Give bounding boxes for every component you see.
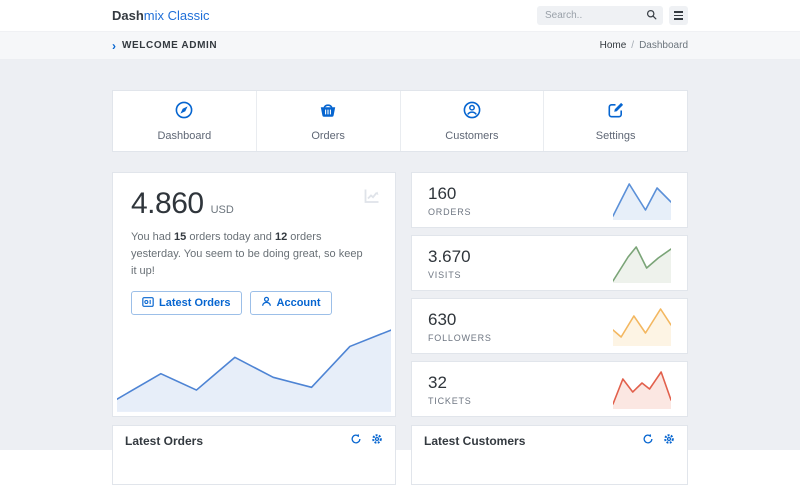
account-button-label: Account — [277, 297, 321, 309]
welcome-bar: › WELCOME ADMIN Home / Dashboard — [0, 32, 800, 60]
account-button[interactable]: Account — [250, 291, 332, 315]
earnings-message: You had 15 orders today and 12 orders ye… — [131, 229, 377, 280]
app-logo[interactable]: Dashmix Classic — [112, 8, 210, 23]
nav-card-label: Orders — [311, 130, 345, 142]
logo-bold: Dash — [112, 8, 144, 23]
nav-card-label: Dashboard — [157, 130, 211, 142]
main-content: Dashboard Orders Customers Settings — [0, 60, 800, 485]
stat-label: FOLLOWERS — [428, 333, 492, 343]
nav-card-label: Customers — [445, 130, 498, 142]
top-header: Dashmix Classic — [0, 0, 800, 32]
stat-card-visits: 3.670 VISITS — [411, 235, 688, 291]
stat-value: 32 — [428, 373, 472, 393]
earnings-currency: USD — [211, 204, 234, 216]
tickets-sparkline — [613, 369, 671, 409]
breadcrumb-current: Dashboard — [639, 40, 688, 51]
refresh-button[interactable] — [642, 433, 654, 448]
stat-label: VISITS — [428, 270, 471, 280]
nav-card-label: Settings — [596, 130, 636, 142]
panel-title: Latest Orders — [125, 434, 203, 448]
stat-card-orders: 160 ORDERS — [411, 172, 688, 228]
logo-light: mix — [144, 8, 164, 23]
main-chart — [117, 321, 391, 412]
panel-title: Latest Customers — [424, 434, 525, 448]
hamburger-menu-button[interactable] — [669, 6, 688, 25]
user-circle-icon — [462, 100, 482, 125]
earnings-value: 4.860 — [131, 187, 204, 221]
shortcut-cards: Dashboard Orders Customers Settings — [112, 90, 688, 152]
basket-icon — [318, 100, 338, 125]
earnings-card: 4.860 USD You had 15 orders today and 12… — [112, 172, 396, 417]
chart-line-icon — [362, 186, 382, 211]
latest-customers-panel: Latest Customers — [411, 425, 688, 485]
settings-button[interactable] — [663, 433, 675, 448]
stat-label: ORDERS — [428, 207, 471, 217]
stats-column: 160 ORDERS 3.670 VISITS 630 FOLLOWERS — [411, 172, 688, 417]
latest-orders-button[interactable]: Latest Orders — [131, 291, 242, 315]
compass-icon — [174, 100, 194, 125]
earnings-chart — [117, 321, 391, 412]
stat-value: 3.670 — [428, 247, 471, 267]
settings-button[interactable] — [371, 433, 383, 448]
chevron-right-icon: › — [112, 40, 116, 52]
stat-card-tickets: 32 TICKETS — [411, 361, 688, 417]
person-icon — [261, 296, 272, 310]
search-icon — [646, 8, 657, 23]
refresh-button[interactable] — [350, 433, 362, 448]
logo-variant: Classic — [164, 8, 210, 23]
breadcrumb: Home / Dashboard — [600, 40, 688, 51]
breadcrumb-home-link[interactable]: Home — [600, 40, 627, 51]
nav-card-customers[interactable]: Customers — [401, 91, 545, 151]
latest-orders-panel: Latest Orders — [112, 425, 396, 485]
gear-icon — [663, 433, 675, 448]
orders-icon — [142, 297, 154, 310]
refresh-icon — [350, 433, 362, 448]
stat-card-followers: 630 FOLLOWERS — [411, 298, 688, 354]
nav-card-dashboard[interactable]: Dashboard — [113, 91, 257, 151]
search-button[interactable] — [642, 6, 660, 25]
hamburger-icon — [674, 11, 683, 20]
latest-orders-button-label: Latest Orders — [159, 297, 231, 309]
search-box — [537, 6, 663, 25]
nav-card-settings[interactable]: Settings — [544, 91, 687, 151]
nav-card-orders[interactable]: Orders — [257, 91, 401, 151]
stat-value: 160 — [428, 184, 471, 204]
refresh-icon — [642, 433, 654, 448]
page-title: WELCOME ADMIN — [122, 40, 217, 51]
gear-icon — [371, 433, 383, 448]
edit-icon — [606, 100, 626, 125]
followers-sparkline — [613, 306, 671, 346]
stat-label: TICKETS — [428, 396, 472, 406]
stat-value: 630 — [428, 310, 492, 330]
orders-sparkline — [613, 180, 671, 220]
visits-sparkline — [613, 243, 671, 283]
breadcrumb-separator: / — [631, 40, 634, 51]
